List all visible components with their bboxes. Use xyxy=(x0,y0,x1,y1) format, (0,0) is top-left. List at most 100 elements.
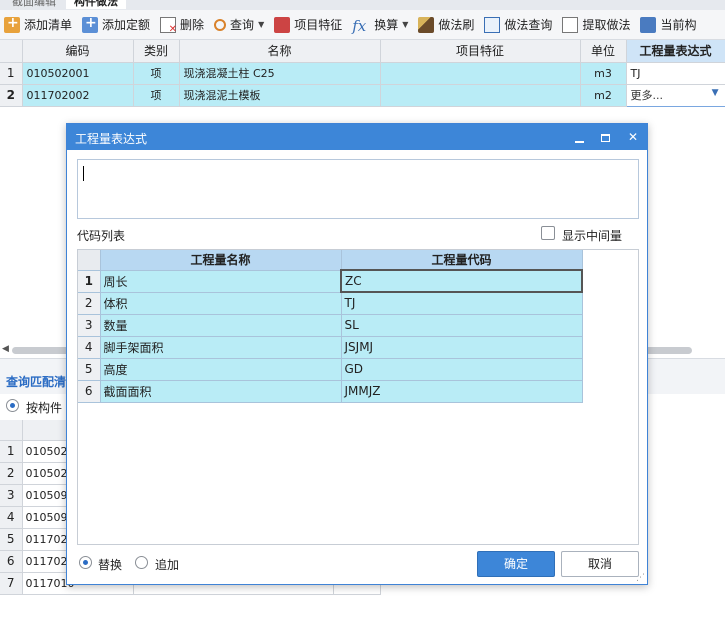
table-row[interactable]: 3 数量 SL xyxy=(78,314,583,337)
table-row[interactable]: 2 体积 TJ xyxy=(78,292,583,315)
show-intermediate-label[interactable]: 显示中间量 xyxy=(562,227,622,244)
replace-radio[interactable] xyxy=(79,556,92,569)
add-quota-button[interactable]: 添加定额 xyxy=(78,13,154,37)
delete-button[interactable]: 删除 xyxy=(156,13,208,37)
table-header-row: 编码 类别 名称 项目特征 单位 工程量表达式 xyxy=(0,40,725,63)
cell-quantity-code[interactable]: TJ xyxy=(341,292,583,315)
header-unit[interactable]: 单位 xyxy=(580,40,627,63)
close-button[interactable]: ✕ xyxy=(623,127,643,147)
append-radio[interactable] xyxy=(135,556,148,569)
header-quantity-code[interactable]: 工程量代码 xyxy=(341,250,583,271)
table-row[interactable]: 5 高度 GD xyxy=(78,358,583,381)
ok-button[interactable]: 确定 xyxy=(477,551,555,577)
cell-quantity-name[interactable]: 截面面积 xyxy=(100,380,342,403)
convert-label: 换算 xyxy=(374,18,399,32)
show-intermediate-checkbox[interactable] xyxy=(541,226,555,240)
by-component-label: 按构件 xyxy=(26,401,63,415)
cell-expr[interactable]: TJ xyxy=(626,62,725,85)
resize-grip-icon[interactable]: ⋰ xyxy=(636,573,645,583)
method-query-icon xyxy=(484,16,501,33)
corner-cell xyxy=(78,250,101,271)
extract-method-label: 提取做法 xyxy=(582,18,631,32)
row-number: 2 xyxy=(78,292,101,315)
add-quota-icon xyxy=(82,15,99,33)
cell-quantity-code[interactable]: ZC xyxy=(340,269,583,293)
tab-section-edit[interactable]: 截面编辑 xyxy=(4,0,64,9)
row-number[interactable]: 1 xyxy=(0,62,23,85)
maximize-button[interactable] xyxy=(595,127,615,147)
cell-feature[interactable] xyxy=(380,84,581,107)
cell-quantity-code[interactable]: SL xyxy=(341,314,583,337)
cell-feature[interactable] xyxy=(380,62,581,85)
cell-quantity-name[interactable]: 体积 xyxy=(100,292,342,315)
table-row[interactable]: 1 周长 ZC xyxy=(78,269,583,293)
expr-dropdown[interactable]: 更多... ▼ xyxy=(625,83,725,107)
lower-panel-title[interactable]: 查询匹配清 xyxy=(6,373,66,390)
header-quantity-name[interactable]: 工程量名称 xyxy=(100,250,342,271)
chevron-down-icon[interactable]: ▼ xyxy=(402,20,408,29)
row-number: 4 xyxy=(0,506,23,529)
cell-quantity-code[interactable]: GD xyxy=(341,358,583,381)
table-row[interactable]: 2 011702002 项 现浇混泥土模板 m2 更多... ▼ xyxy=(0,83,725,107)
code-list-panel: 工程量名称 工程量代码 1 周长 ZC 2 体积 TJ 3 数量 SL 4 脚手… xyxy=(77,249,639,545)
corner-cell xyxy=(0,40,23,63)
query-label: 查询 xyxy=(230,18,255,32)
project-feature-button[interactable]: 项目特征 xyxy=(270,13,346,37)
cell-quantity-code[interactable]: JSJMJ xyxy=(341,336,583,359)
by-component-radio[interactable] xyxy=(6,399,19,412)
header-expr[interactable]: 工程量表达式 xyxy=(626,40,725,63)
cell-name[interactable]: 现浇混凝土柱 C25 xyxy=(179,62,381,85)
cell-type[interactable]: 项 xyxy=(133,84,180,107)
cell-quantity-name[interactable]: 数量 xyxy=(100,314,342,337)
scroll-left-icon[interactable]: ◀ xyxy=(2,344,9,354)
expression-input[interactable] xyxy=(77,159,639,219)
header-name[interactable]: 名称 xyxy=(179,40,381,63)
header-code[interactable]: 编码 xyxy=(22,40,134,63)
cell-code[interactable]: 011702002 xyxy=(22,84,134,107)
cell-type[interactable]: 项 xyxy=(133,62,180,85)
append-label[interactable]: 追加 xyxy=(155,556,179,573)
table-row[interactable]: 6 截面面积 JMMJZ xyxy=(78,380,583,403)
header-type[interactable]: 类别 xyxy=(133,40,180,63)
method-brush-label: 做法刷 xyxy=(438,18,475,32)
query-button[interactable]: 查询 ▼ xyxy=(210,13,268,37)
chevron-down-icon[interactable]: ▼ xyxy=(258,20,264,29)
cell-quantity-name[interactable]: 脚手架面积 xyxy=(100,336,342,359)
code-list-table: 工程量名称 工程量代码 1 周长 ZC 2 体积 TJ 3 数量 SL 4 脚手… xyxy=(78,250,583,403)
cell-quantity-code[interactable]: JMMJZ xyxy=(341,380,583,403)
minimize-button[interactable] xyxy=(569,127,589,147)
add-list-button[interactable]: 添加清单 xyxy=(0,13,76,37)
cell-unit[interactable]: m3 xyxy=(580,62,627,85)
code-list-label: 代码列表 xyxy=(77,229,126,243)
current-component-button[interactable]: 当前构 xyxy=(636,13,700,37)
cell-code[interactable]: 010502001 xyxy=(22,62,134,85)
chevron-down-icon[interactable]: ▼ xyxy=(712,88,719,98)
row-number: 3 xyxy=(0,484,23,507)
cell-quantity-name[interactable]: 高度 xyxy=(100,358,342,381)
row-number: 2 xyxy=(0,462,23,485)
cell-name[interactable]: 现浇混泥土模板 xyxy=(179,84,381,107)
app-window: 截面编辑 构件做法 添加清单 添加定额 删除 查询 ▼ 项目特征 fx 换算 ▼ xyxy=(0,0,725,633)
tab-component-method[interactable]: 构件做法 xyxy=(66,0,126,9)
extract-method-button[interactable]: 提取做法 xyxy=(558,13,634,37)
minimize-icon xyxy=(574,140,584,143)
row-number: 1 xyxy=(0,440,23,463)
row-number: 6 xyxy=(0,550,23,573)
table-row[interactable]: 1 010502001 项 现浇混凝土柱 C25 m3 TJ xyxy=(0,62,725,85)
cell-unit[interactable]: m2 xyxy=(580,84,627,107)
row-number: 1 xyxy=(78,270,101,293)
row-number[interactable]: 2 xyxy=(0,84,23,107)
dialog-title-bar[interactable]: 工程量表达式 ✕ xyxy=(67,124,647,150)
method-brush-button[interactable]: 做法刷 xyxy=(414,13,478,37)
cell-quantity-name[interactable]: 周长 xyxy=(100,270,342,293)
header-feature[interactable]: 项目特征 xyxy=(380,40,581,63)
row-number: 3 xyxy=(78,314,101,337)
convert-button[interactable]: fx 换算 ▼ xyxy=(348,13,412,37)
dialog-title: 工程量表达式 xyxy=(75,132,148,146)
current-component-label: 当前构 xyxy=(660,18,697,32)
cancel-button[interactable]: 取消 xyxy=(561,551,639,577)
method-table: 编码 类别 名称 项目特征 单位 工程量表达式 1 010502001 项 现浇… xyxy=(0,40,725,107)
method-query-button[interactable]: 做法查询 xyxy=(480,13,556,37)
replace-label[interactable]: 替换 xyxy=(98,556,122,573)
table-row[interactable]: 4 脚手架面积 JSJMJ xyxy=(78,336,583,359)
